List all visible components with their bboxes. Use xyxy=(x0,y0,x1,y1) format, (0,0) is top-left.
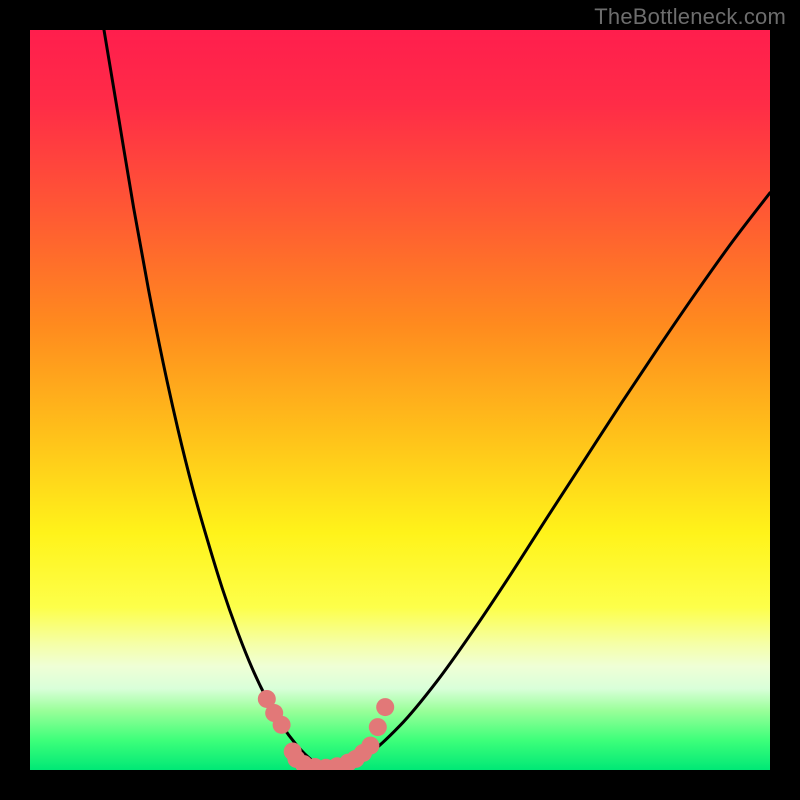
marker-point xyxy=(361,737,379,755)
curve-layer xyxy=(30,30,770,770)
marker-point xyxy=(273,716,291,734)
plot-area xyxy=(30,30,770,770)
chart-frame: TheBottleneck.com xyxy=(0,0,800,800)
marker-point xyxy=(376,698,394,716)
watermark-text: TheBottleneck.com xyxy=(594,4,786,30)
bottleneck-curve xyxy=(104,30,770,768)
highlight-markers xyxy=(258,690,394,770)
marker-point xyxy=(369,718,387,736)
